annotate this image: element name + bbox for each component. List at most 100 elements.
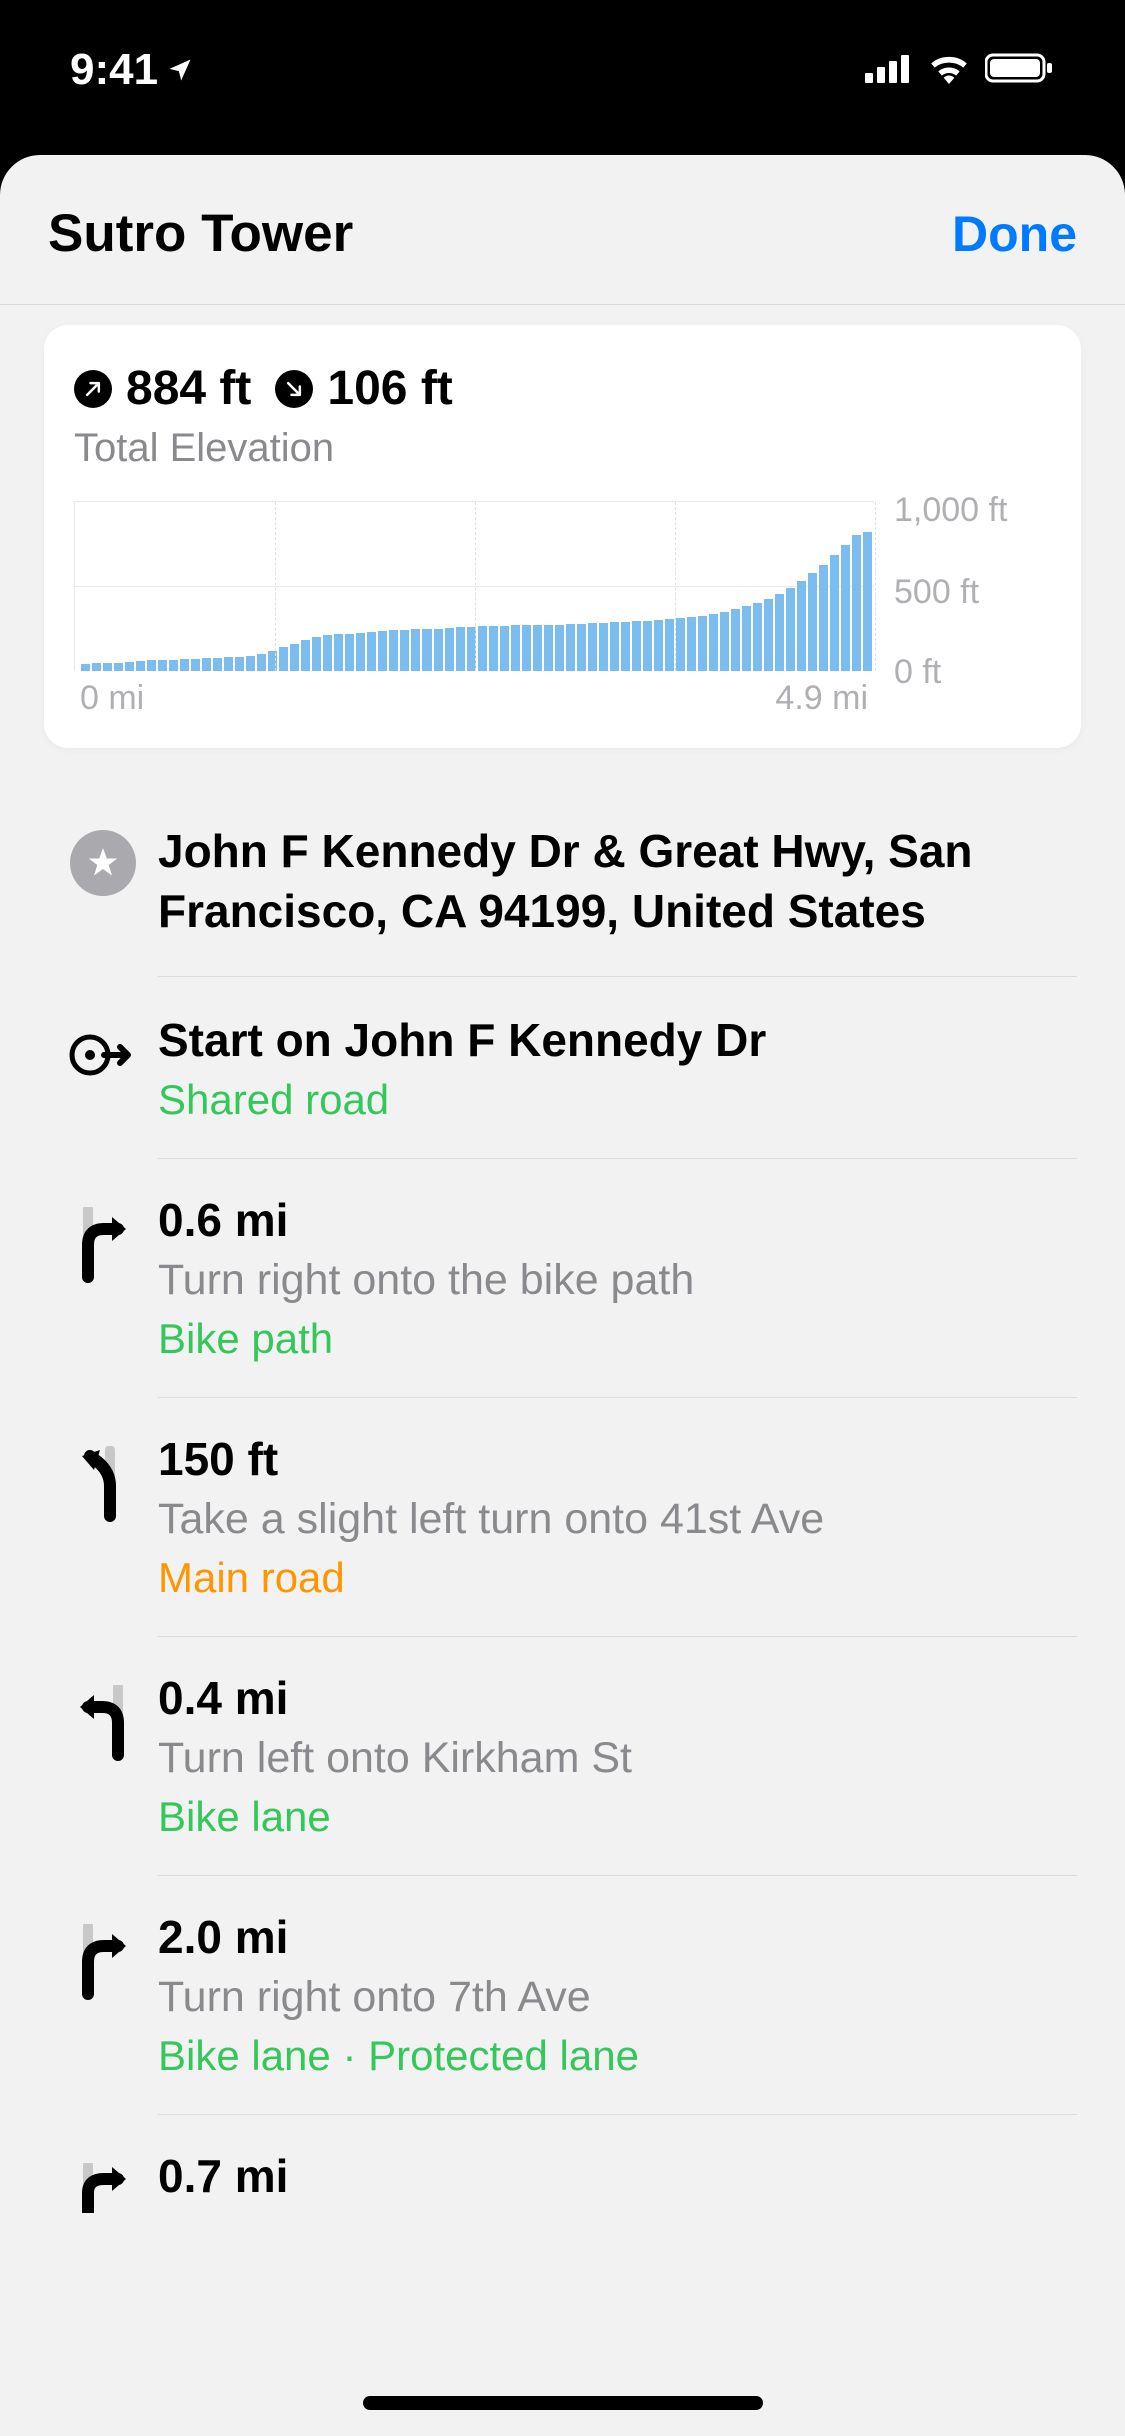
- step-road-type: Bike path: [158, 1315, 1029, 1363]
- chart-bar: [246, 656, 255, 671]
- panel-header: Sutro Tower Done: [0, 155, 1125, 305]
- y-tick-0: 0 ft: [894, 653, 941, 692]
- direction-step[interactable]: 0.7 mi: [0, 2115, 1125, 2243]
- chart-bar: [764, 599, 773, 671]
- x-tick-end: 4.9 mi: [775, 679, 868, 718]
- partial-icon: [48, 2149, 158, 2213]
- chart-bar: [731, 609, 740, 671]
- step-primary-text: John F Kennedy Dr & Great Hwy, San Franc…: [158, 822, 1029, 942]
- step-body: 0.7 mi: [158, 2149, 1077, 2243]
- arrow-up-icon: [74, 370, 112, 408]
- chart-bar: [81, 664, 90, 671]
- chart-bar: [632, 621, 641, 671]
- step-primary-text: Start on John F Kennedy Dr: [158, 1011, 1029, 1071]
- direction-step[interactable]: Start on John F Kennedy Dr Shared road: [0, 977, 1125, 1160]
- chart-bar: [180, 659, 189, 671]
- chart-bar: [753, 603, 762, 671]
- step-distance: 2.0 mi: [158, 1910, 1029, 1964]
- chart-bar: [235, 657, 244, 671]
- location-arrow-icon: [166, 45, 194, 95]
- chart-bar: [202, 658, 211, 671]
- direction-step[interactable]: 0.6 miTurn right onto the bike pathBike …: [0, 1159, 1125, 1398]
- step-instruction: Take a slight left turn onto 41st Ave: [158, 1492, 1029, 1548]
- elevation-chart: 1,000 ft 500 ft 0 ft 0 mi 4.9 mi: [74, 501, 1051, 718]
- chart-bar: [445, 628, 454, 671]
- direction-step[interactable]: 150 ftTake a slight left turn onto 41st …: [0, 1398, 1125, 1637]
- step-body: John F Kennedy Dr & Great Hwy, San Franc…: [158, 822, 1077, 977]
- step-body: 0.6 miTurn right onto the bike pathBike …: [158, 1193, 1077, 1398]
- elevation-gain: 884 ft: [74, 361, 251, 416]
- chart-bar: [830, 555, 839, 671]
- directions-list[interactable]: John F Kennedy Dr & Great Hwy, San Franc…: [0, 788, 1125, 2243]
- step-body: 0.4 miTurn left onto Kirkham StBike lane: [158, 1671, 1077, 1876]
- direction-step[interactable]: 2.0 miTurn right onto 7th AveBike lane ·…: [0, 1876, 1125, 2115]
- chart-bar: [158, 660, 167, 671]
- chart-bar: [279, 647, 288, 671]
- chart-bar: [411, 629, 420, 671]
- chart-bar: [709, 614, 718, 671]
- step-road-type: Bike lane: [158, 1793, 1029, 1841]
- step-distance: 0.6 mi: [158, 1193, 1029, 1247]
- elevation-loss: 106 ft: [275, 361, 452, 416]
- star-icon: [48, 822, 158, 896]
- turn-left-icon: [48, 1671, 158, 1765]
- chart-bar: [522, 625, 531, 671]
- turn-right-icon: [48, 1910, 158, 2004]
- chart-bar: [797, 581, 806, 671]
- chart-bar: [687, 617, 696, 671]
- x-axis-labels: 0 mi 4.9 mi: [74, 671, 874, 718]
- chart-bar: [500, 626, 509, 671]
- chart-bar: [345, 634, 354, 671]
- chart-bar: [511, 625, 520, 671]
- step-road-type: Shared road: [158, 1076, 1029, 1124]
- direction-step[interactable]: John F Kennedy Dr & Great Hwy, San Franc…: [0, 788, 1125, 977]
- chart-bar: [334, 634, 343, 671]
- direction-step[interactable]: 0.4 miTurn left onto Kirkham StBike lane: [0, 1637, 1125, 1876]
- slight-left-icon: [48, 1432, 158, 1526]
- chart-bar: [125, 662, 134, 671]
- chart-bar: [400, 630, 409, 671]
- step-body: 2.0 miTurn right onto 7th AveBike lane ·…: [158, 1910, 1077, 2115]
- y-tick-500: 500 ft: [894, 573, 979, 612]
- chart-bar: [136, 661, 145, 671]
- chart-bar: [654, 620, 663, 671]
- status-bar: 9:41: [0, 0, 1125, 140]
- chart-bar: [169, 660, 178, 671]
- chart-bar: [775, 594, 784, 671]
- status-icons: [865, 52, 1055, 89]
- done-button[interactable]: Done: [952, 205, 1077, 263]
- start-icon: [48, 1011, 158, 1085]
- chart-bar: [720, 612, 729, 671]
- cellular-icon: [865, 53, 913, 88]
- home-indicator[interactable]: [363, 2396, 763, 2410]
- step-distance: 0.4 mi: [158, 1671, 1029, 1725]
- chart-bar: [367, 632, 376, 671]
- chart-bar: [588, 623, 597, 671]
- elevation-summary: 884 ft 106 ft: [74, 361, 1051, 416]
- chart-bar: [422, 629, 431, 671]
- chart-bar: [92, 663, 101, 671]
- y-tick-1000: 1,000 ft: [894, 491, 1007, 530]
- chart-bar: [103, 663, 112, 671]
- chart-bar: [478, 626, 487, 671]
- step-road-type: Main road: [158, 1554, 1029, 1602]
- chart-bar: [456, 627, 465, 671]
- chart-bar: [489, 626, 498, 671]
- step-road-type: Bike lane · Protected lane: [158, 2032, 1029, 2080]
- elevation-subtitle: Total Elevation: [74, 426, 1051, 471]
- turn-right-icon: [48, 1193, 158, 1287]
- chart-bar: [621, 622, 630, 671]
- chart-bar: [389, 630, 398, 671]
- wifi-icon: [927, 52, 971, 89]
- chart-bar: [356, 633, 365, 671]
- step-distance: 0.7 mi: [158, 2149, 1029, 2203]
- chart-bar: [434, 629, 443, 672]
- directions-panel: Sutro Tower Done 884 ft 106 ft Total Ele…: [0, 155, 1125, 2436]
- chart-bar: [312, 637, 321, 671]
- chart-bar: [742, 606, 751, 671]
- elevation-loss-value: 106 ft: [327, 361, 452, 416]
- chart-bar: [191, 659, 200, 671]
- chart-bar: [114, 663, 123, 672]
- chart-bar: [819, 565, 828, 671]
- chart-bar: [852, 535, 861, 671]
